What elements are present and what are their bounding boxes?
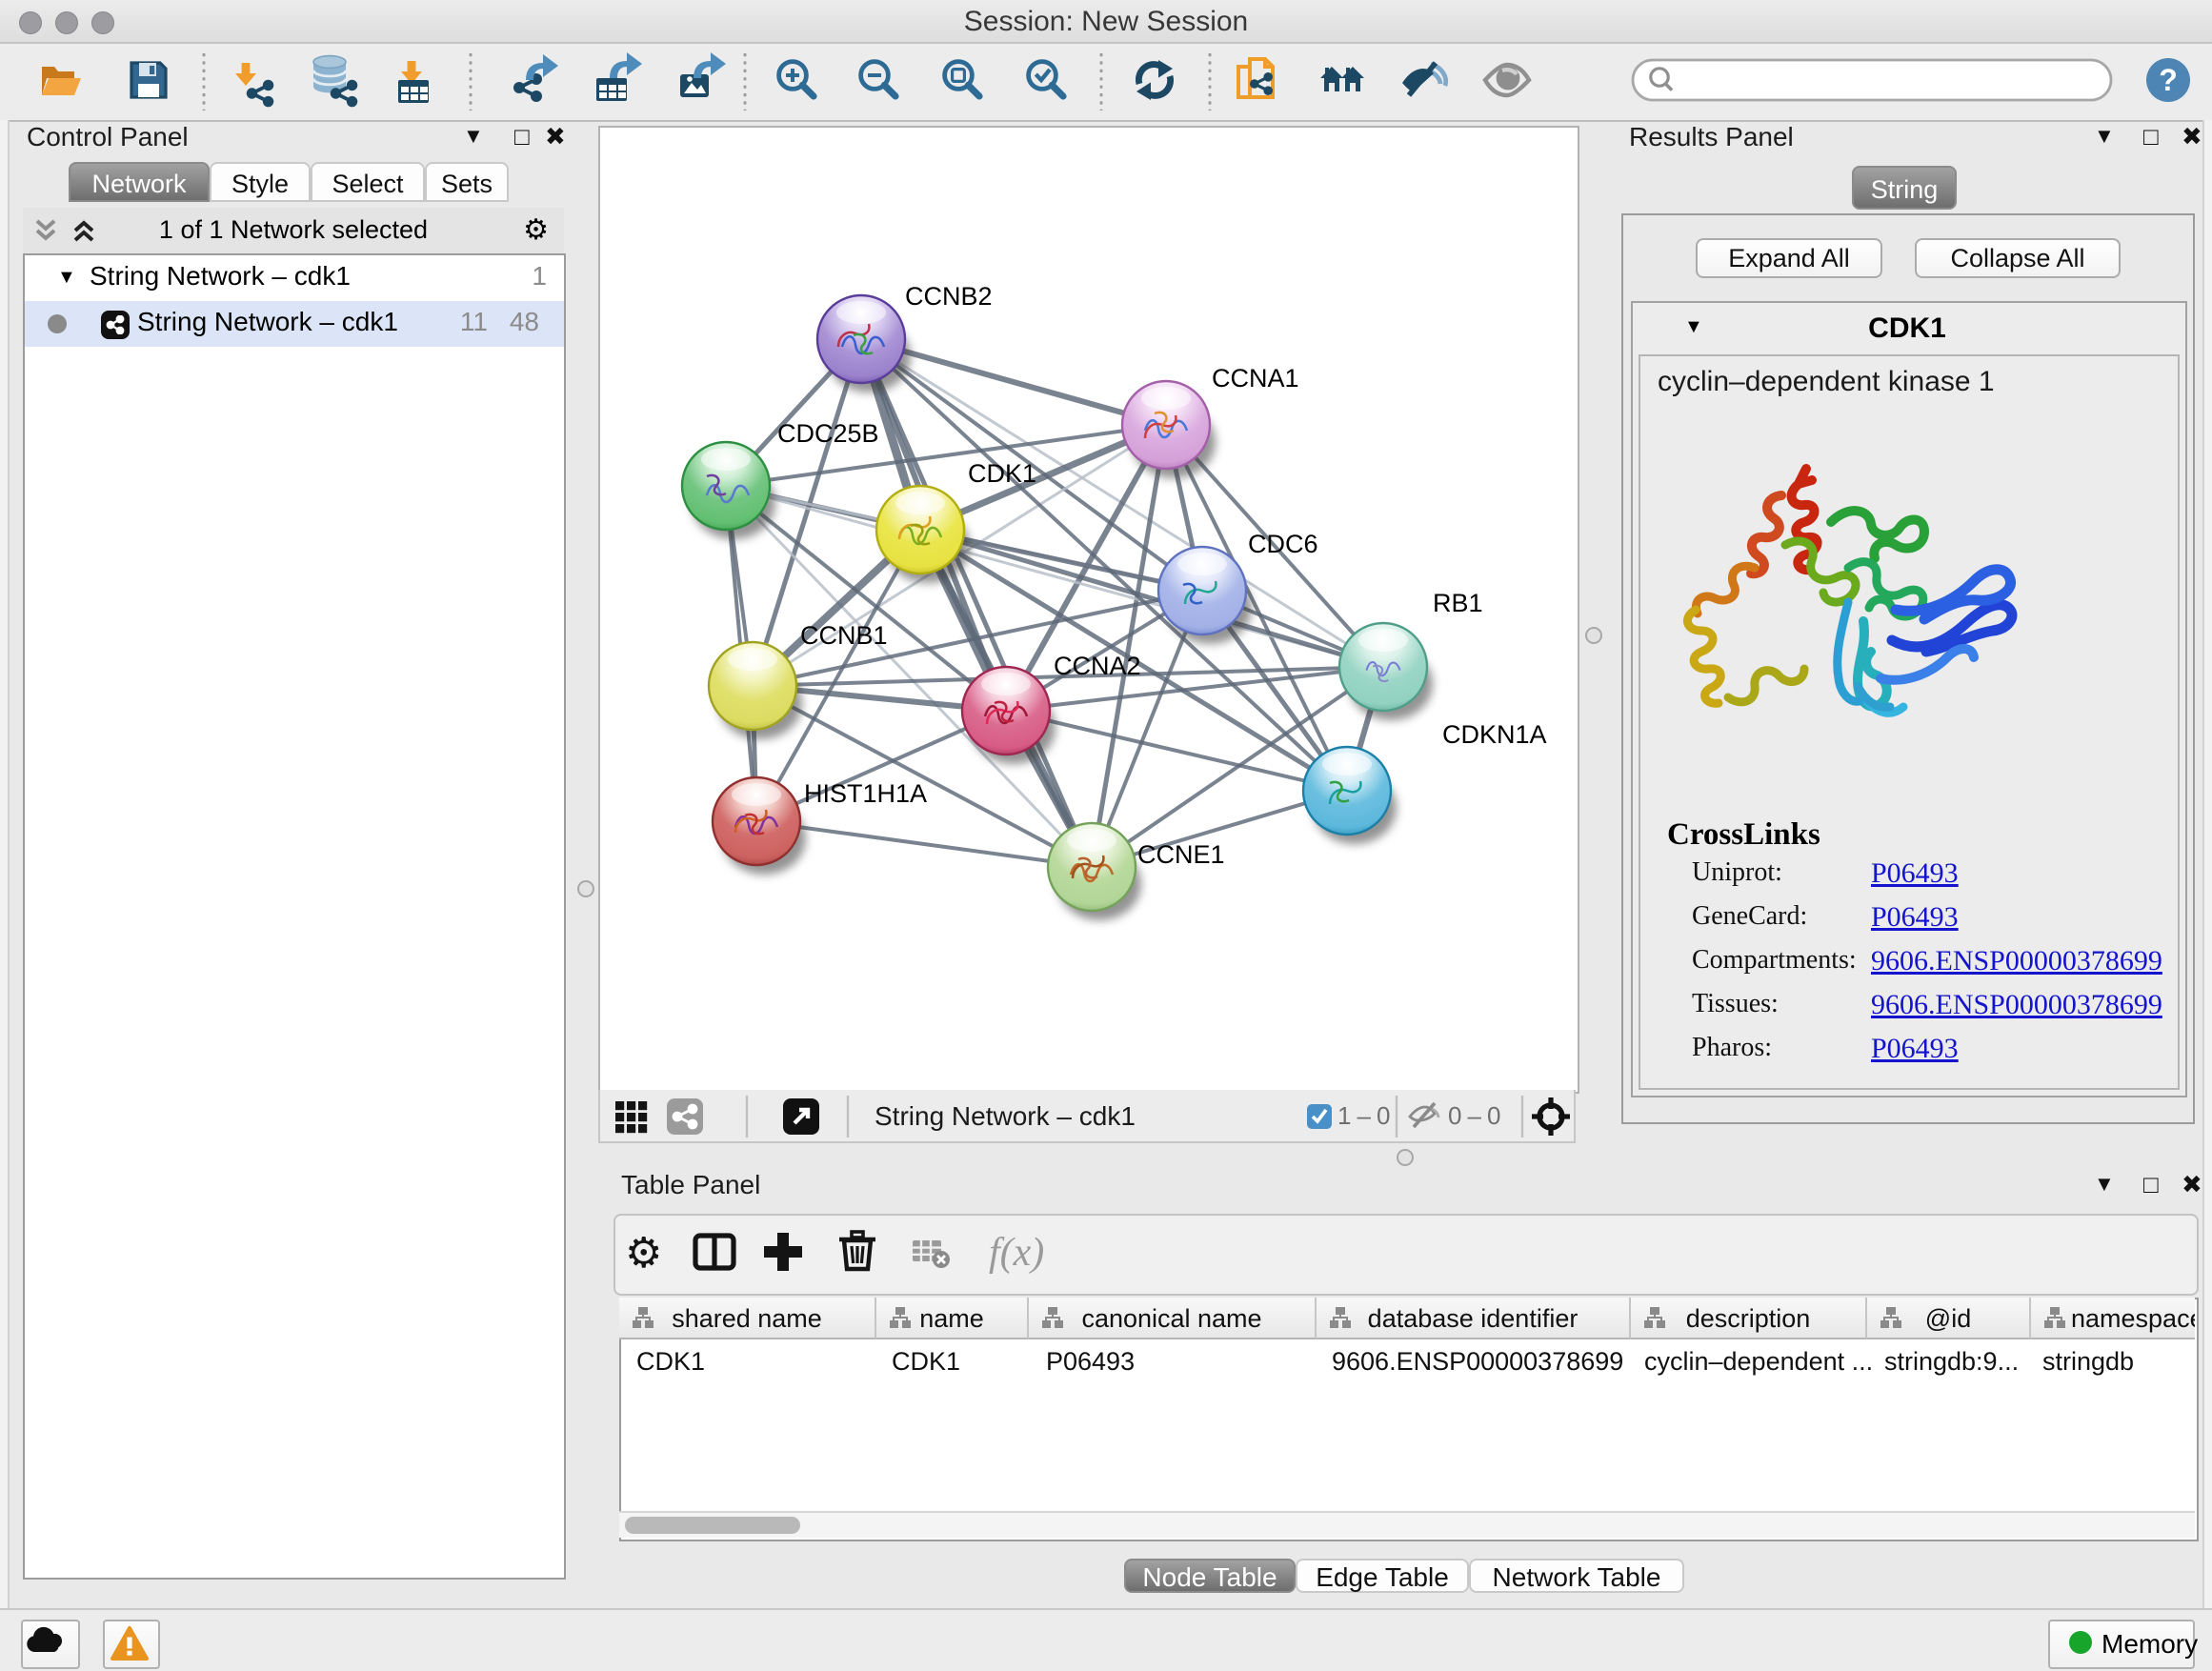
svg-text:CDC25B: CDC25B [777,419,879,448]
svg-text:CCNE1: CCNE1 [1137,840,1225,869]
svg-text:1 – 0: 1 – 0 [1337,1101,1390,1130]
svg-text:?: ? [2159,63,2178,97]
svg-text:CDK1: CDK1 [968,459,1036,488]
svg-text:CCNA1: CCNA1 [1212,364,1299,393]
svg-text:CCNB1: CCNB1 [800,621,888,650]
svg-text:String Network – cdk1: String Network – cdk1 [875,1101,1136,1131]
svg-text:f(x): f(x) [989,1231,1044,1275]
svg-text:RB1: RB1 [1433,589,1483,617]
svg-text:CDKN1A: CDKN1A [1442,720,1547,749]
svg-text:CCNA2: CCNA2 [1054,652,1141,680]
svg-text:CDC6: CDC6 [1248,530,1318,558]
svg-text:CCNB2: CCNB2 [905,282,993,311]
svg-text:0 – 0: 0 – 0 [1448,1101,1500,1130]
svg-text:⚙: ⚙ [625,1230,662,1277]
svg-text:HIST1H1A: HIST1H1A [804,779,927,808]
